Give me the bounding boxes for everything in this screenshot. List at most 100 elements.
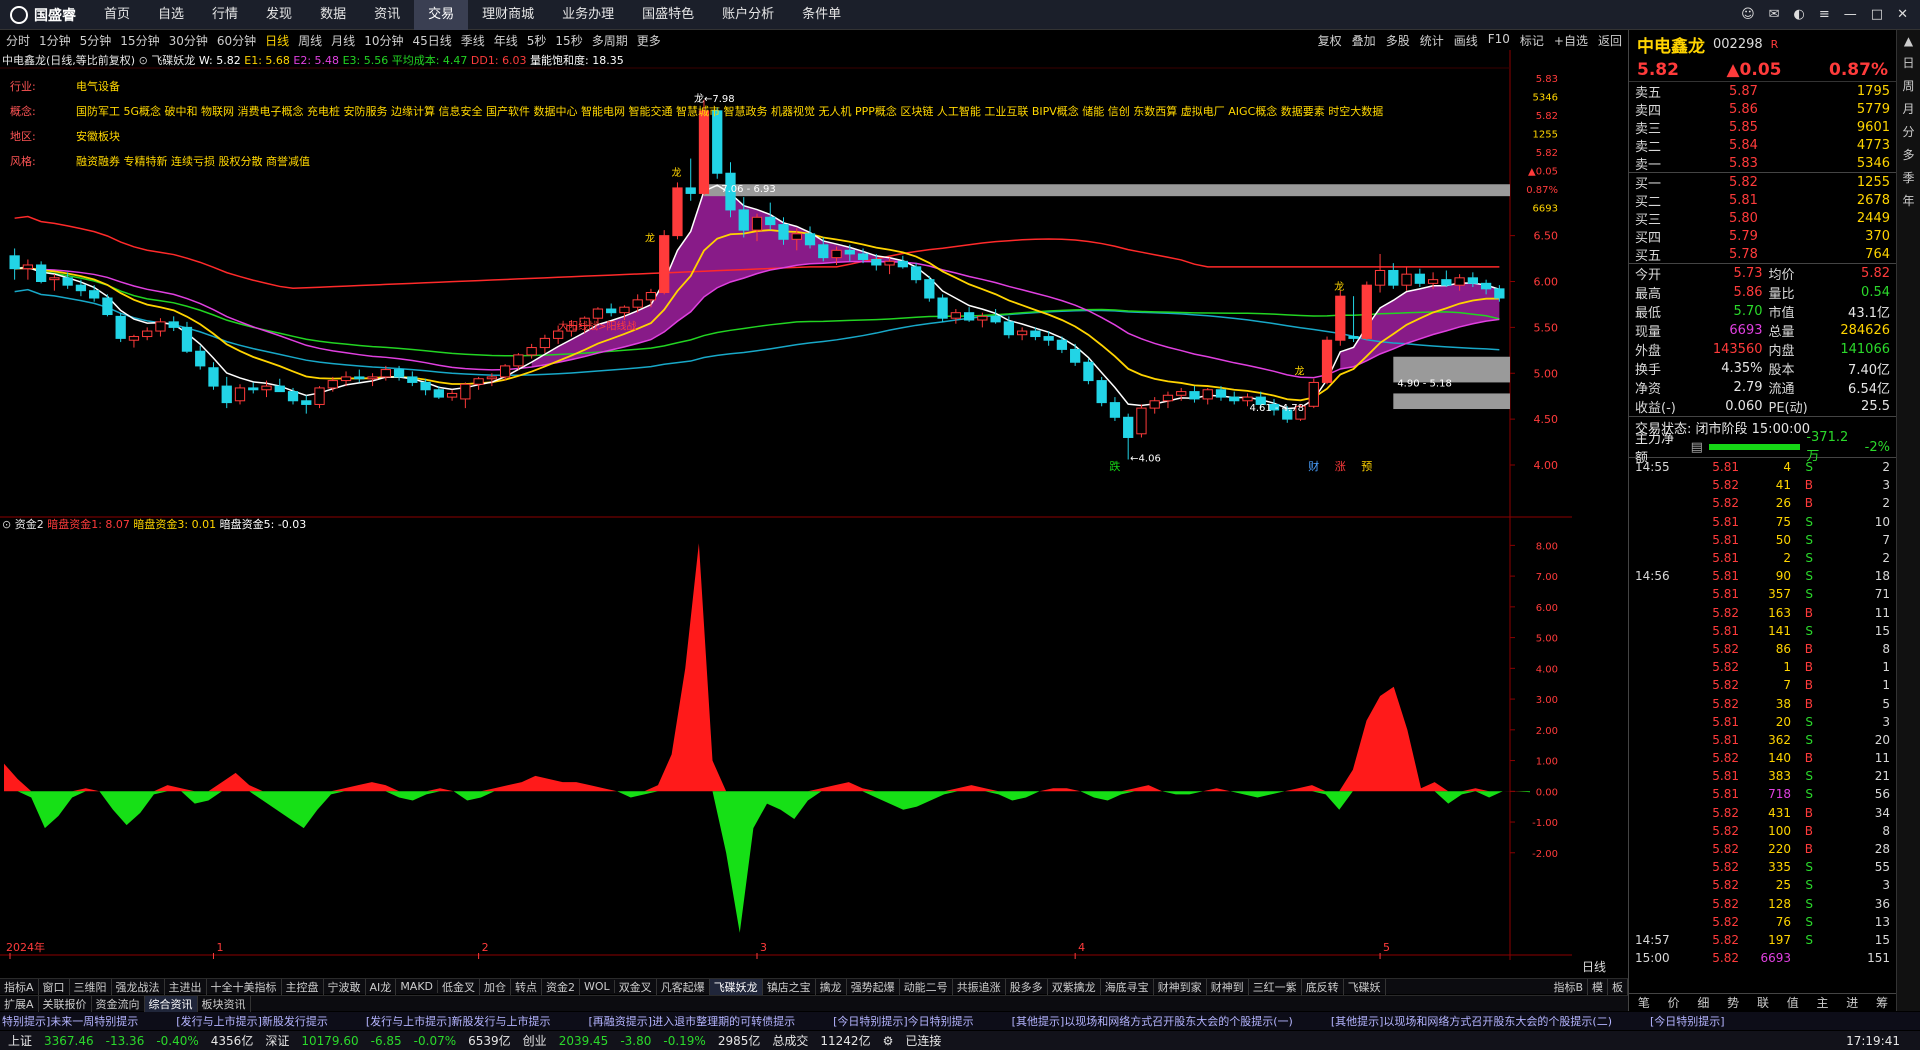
bid-row[interactable]: 买五 5.78 764 [1629, 245, 1896, 264]
period-3[interactable]: 15分钟 [120, 32, 159, 49]
chart-tool-7[interactable]: +自选 [1554, 32, 1588, 49]
collapse-icon[interactable]: ▲ [1904, 34, 1913, 48]
indicator-dropdown[interactable]: ⊙ [139, 54, 148, 67]
chart-tool-2[interactable]: 多股 [1386, 32, 1410, 49]
menu-item-0[interactable]: 首页 [90, 0, 144, 30]
period-11[interactable]: 季线 [461, 32, 485, 49]
chart-tool-1[interactable]: 叠加 [1352, 32, 1376, 49]
menu-item-10[interactable]: 账户分析 [708, 0, 788, 30]
quote-tab-6[interactable]: 主 [1816, 994, 1828, 1011]
chart-tool-0[interactable]: 复权 [1318, 32, 1342, 49]
indicator-tab-19[interactable]: 擒龙 [816, 978, 847, 995]
side-period-2[interactable]: 月 [1902, 100, 1914, 117]
indicator-tab-13[interactable]: 资金2 [542, 978, 581, 995]
sh-index-name[interactable]: 上证 [8, 1032, 32, 1049]
ext-tab-1[interactable]: 关联报价 [39, 995, 92, 1012]
period-15[interactable]: 多周期 [592, 32, 628, 49]
indicator-tab-6[interactable]: 主控盘 [282, 978, 324, 995]
quote-tab-7[interactable]: 进 [1846, 994, 1858, 1011]
period-2[interactable]: 5分钟 [80, 32, 112, 49]
indicator-tab-15[interactable]: 双金叉 [615, 978, 657, 995]
ask-row[interactable]: 卖二 5.84 4773 [1629, 136, 1896, 155]
skin-icon[interactable]: ◐ [1794, 7, 1805, 22]
side-period-3[interactable]: 分 [1902, 123, 1914, 140]
menu-item-7[interactable]: 理财商城 [468, 0, 548, 30]
indicator-tab-8[interactable]: AI龙 [366, 978, 397, 995]
ticker-item[interactable]: [发行与上市提示]新股发行与上市提示 [366, 1013, 551, 1029]
indicator-tab-25[interactable]: 海底寻宝 [1101, 978, 1154, 995]
quote-tab-0[interactable]: 笔 [1638, 994, 1650, 1011]
indicator-tab-17[interactable]: 飞碟妖龙 [709, 978, 763, 995]
indicator-tab-29[interactable]: 底反转 [1302, 978, 1344, 995]
tick-list[interactable]: 14:55 5.81 4 S 2 5.82 41 B 3 5.82 26 B 2 5.81 75 S 10 5.8… [1629, 458, 1896, 967]
indicator-tab-11[interactable]: 加仓 [480, 978, 512, 995]
menu-item-6[interactable]: 交易 [414, 0, 469, 30]
ticker-item[interactable]: [今日特别提示] [1650, 1013, 1725, 1029]
news-ticker[interactable]: 特别提示]未来一周特别提示 [发行与上市提示]新股发行提示 [发行与上市提示]新股发… [0, 1012, 1920, 1030]
indicator-tab-12[interactable]: 转点 [511, 978, 543, 995]
mail-icon[interactable]: ✉ [1769, 7, 1780, 22]
bid-row[interactable]: 买二 5.81 2678 [1629, 191, 1896, 210]
indicator-tab-21[interactable]: 动能二号 [900, 978, 953, 995]
sz-index-name[interactable]: 深证 [265, 1032, 289, 1049]
chat-icon[interactable]: ☺ [1741, 7, 1755, 22]
chart-tool-5[interactable]: F10 [1488, 32, 1510, 49]
indicator-tab-right-2[interactable]: 板 [1608, 978, 1628, 995]
ask-row[interactable]: 卖四 5.86 5779 [1629, 100, 1896, 119]
period-10[interactable]: 45日线 [412, 32, 451, 49]
indicator-tab-27[interactable]: 财神到 [1207, 978, 1249, 995]
side-period-6[interactable]: 年 [1902, 192, 1914, 209]
menu-item-2[interactable]: 行情 [198, 0, 252, 30]
period-1[interactable]: 1分钟 [39, 32, 71, 49]
indicator-tab-right-0[interactable]: 指标B [1549, 978, 1588, 995]
chart-tool-3[interactable]: 统计 [1420, 32, 1444, 49]
chart-tool-6[interactable]: 标记 [1520, 32, 1544, 49]
ext-tab-4[interactable]: 板块资讯 [198, 995, 251, 1012]
period-12[interactable]: 年线 [494, 32, 518, 49]
indicator-tab-22[interactable]: 共振追涨 [953, 978, 1006, 995]
ticker-item[interactable]: [其他提示]以现场和网络方式召开股东大会的个股提示(二) [1331, 1013, 1612, 1029]
menu-item-3[interactable]: 发现 [252, 0, 306, 30]
period-0[interactable]: 分时 [6, 32, 30, 49]
ticker-item[interactable]: 特别提示]未来一周特别提示 [2, 1013, 138, 1029]
quote-tab-2[interactable]: 细 [1697, 994, 1709, 1011]
ext-tab-2[interactable]: 资金流向 [92, 995, 145, 1012]
indicator-tab-24[interactable]: 双紫擒龙 [1048, 978, 1101, 995]
indicator-tab-16[interactable]: 凡客起爆 [657, 978, 710, 995]
indicator-tab-4[interactable]: 主进出 [165, 978, 207, 995]
menu-item-1[interactable]: 自选 [144, 0, 198, 30]
side-period-0[interactable]: 日 [1902, 54, 1914, 71]
period-14[interactable]: 15秒 [555, 32, 582, 49]
menu-item-11[interactable]: 条件单 [788, 0, 855, 30]
menu-item-8[interactable]: 业务办理 [548, 0, 628, 30]
indicator-tab-23[interactable]: 股多多 [1006, 978, 1048, 995]
ask-row[interactable]: 卖一 5.83 5346 [1629, 154, 1896, 173]
chart-tool-8[interactable]: 返回 [1598, 32, 1622, 49]
menu-item-9[interactable]: 国盛特色 [628, 0, 708, 30]
ask-row[interactable]: 卖五 5.87 1795 [1629, 82, 1896, 101]
bid-row[interactable]: 买四 5.79 370 [1629, 227, 1896, 246]
indicator-tab-18[interactable]: 镇店之宝 [763, 978, 816, 995]
ext-tab-3[interactable]: 综合资讯 [144, 995, 198, 1012]
quote-tab-1[interactable]: 价 [1668, 994, 1680, 1011]
indicator-tab-26[interactable]: 财神到家 [1154, 978, 1207, 995]
ticker-item[interactable]: [其他提示]以现场和网络方式召开股东大会的个股提示(一) [1012, 1013, 1293, 1029]
period-6[interactable]: 日线 [265, 32, 289, 49]
indicator-tab-1[interactable]: 窗口 [39, 978, 70, 995]
menu-item-4[interactable]: 数据 [306, 0, 360, 30]
indicator-tab-5[interactable]: 十全十美指标 [207, 978, 282, 995]
close-icon[interactable]: ✕ [1897, 7, 1908, 22]
period-16[interactable]: 更多 [637, 32, 661, 49]
period-8[interactable]: 月线 [331, 32, 355, 49]
period-9[interactable]: 10分钟 [364, 32, 403, 49]
ticker-item[interactable]: [今日特别提示]今日特别提示 [833, 1013, 974, 1029]
indicator-tab-9[interactable]: MAKD [396, 980, 439, 993]
side-period-5[interactable]: 季 [1902, 169, 1914, 186]
cy-index-name[interactable]: 创业 [523, 1032, 547, 1049]
ticker-item[interactable]: [再融资提示]进入退市整理期的可转债提示 [588, 1013, 795, 1029]
indicator-tab-30[interactable]: 飞碟妖 [1344, 978, 1386, 995]
indicator-tab-2[interactable]: 三维阳 [70, 978, 112, 995]
netflow-icon[interactable]: ▤ [1691, 440, 1703, 455]
indicator-tab-10[interactable]: 低金叉 [438, 978, 481, 995]
period-7[interactable]: 周线 [298, 32, 322, 49]
